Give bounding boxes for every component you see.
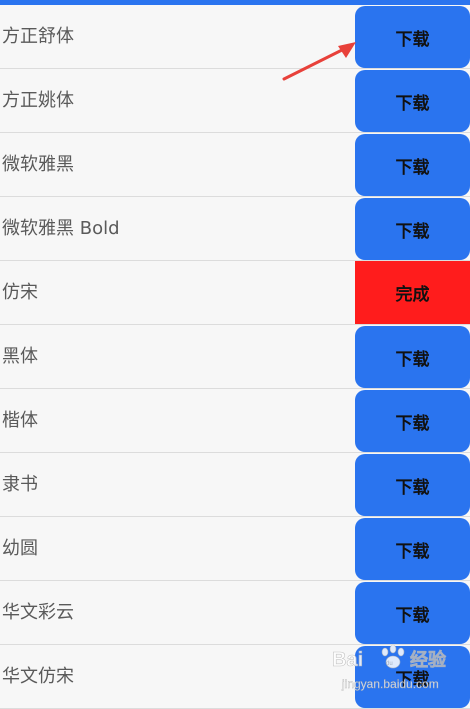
watermark-paw-text: du xyxy=(386,661,393,667)
font-name: 楷体 xyxy=(2,410,38,431)
font-name: 微软雅黑 Bold xyxy=(2,218,120,239)
font-name: 黑体 xyxy=(2,346,38,367)
font-row: 幼圆 下载 xyxy=(0,517,470,581)
font-name: 方正姚体 xyxy=(2,90,74,111)
font-row: 黑体 下载 xyxy=(0,325,470,389)
download-button[interactable]: 下载 xyxy=(355,518,470,580)
font-name: 华文彩云 xyxy=(2,602,74,623)
font-row: 微软雅黑 下载 xyxy=(0,133,470,197)
download-button[interactable]: 下载 xyxy=(355,326,470,388)
font-list: 方正舒体 下载 方正姚体 下载 微软雅黑 下载 微软雅黑 Bold 下载 仿宋 … xyxy=(0,5,470,709)
watermark-brand: Bai xyxy=(332,649,363,671)
font-name: 幼圆 xyxy=(2,538,38,559)
font-name: 微软雅黑 xyxy=(2,154,74,175)
download-button[interactable]: 下载 xyxy=(355,134,470,196)
red-arrow-icon xyxy=(282,42,356,81)
font-name: 仿宋 xyxy=(2,282,38,303)
font-row: 方正姚体 下载 xyxy=(0,69,470,133)
font-row: 方正舒体 下载 xyxy=(0,5,470,69)
download-button[interactable]: 下载 xyxy=(355,70,470,132)
watermark-url: jingyan.baidu.com xyxy=(341,677,439,691)
download-button[interactable]: 下载 xyxy=(355,390,470,452)
font-row: 微软雅黑 Bold 下载 xyxy=(0,197,470,261)
font-name: 隶书 xyxy=(2,474,38,495)
download-button[interactable]: 下载 xyxy=(355,198,470,260)
font-row: 隶书 下载 xyxy=(0,453,470,517)
done-button[interactable]: 完成 xyxy=(355,261,470,324)
font-row: 楷体 下载 xyxy=(0,389,470,453)
download-button[interactable]: 下载 xyxy=(355,6,470,68)
download-button[interactable]: 下载 xyxy=(355,454,470,516)
font-row: 仿宋 完成 xyxy=(0,261,470,325)
watermark-label: 经验 xyxy=(410,649,447,671)
baidu-jingyan-watermark: Bai du 经验 jingyan.baidu.com xyxy=(332,644,447,691)
font-row: 华文彩云 下载 xyxy=(0,581,470,645)
download-button[interactable]: 下载 xyxy=(355,582,470,644)
font-name: 方正舒体 xyxy=(2,26,74,47)
